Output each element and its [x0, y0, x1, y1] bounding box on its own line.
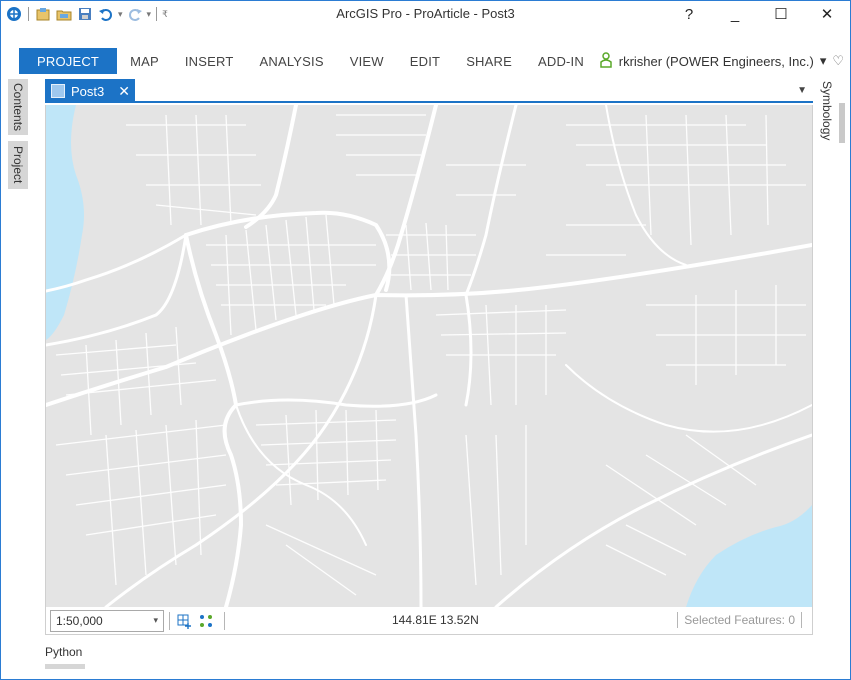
- close-button[interactable]: ✕: [804, 1, 850, 27]
- tab-post3[interactable]: Post3 ✕: [45, 79, 135, 103]
- python-pane-tab[interactable]: Python: [45, 645, 105, 659]
- contents-label: Contents: [11, 82, 25, 132]
- chevron-down-icon[interactable]: ▼: [797, 85, 807, 96]
- left-dock: Contents Project: [2, 75, 32, 635]
- bottom-dock: Python: [45, 645, 105, 675]
- fixed-zoom-icon[interactable]: [175, 612, 193, 630]
- quick-access-toolbar: ▾ ▾ ₹: [1, 1, 168, 27]
- status-separator: [801, 612, 802, 628]
- collapse-ribbon-icon[interactable]: ♡: [832, 53, 844, 69]
- user-account[interactable]: rkrisher (POWER Engineers, Inc.) ▾ ♡: [599, 47, 844, 75]
- chevron-down-icon[interactable]: ▾: [153, 615, 158, 626]
- title-bar: ▾ ▾ ₹ ArcGIS Pro - ProArticle - Post3 ? …: [1, 1, 850, 27]
- arcgis-window: ▾ ▾ ₹ ArcGIS Pro - ProArticle - Post3 ? …: [0, 0, 851, 680]
- save-project-icon[interactable]: [76, 5, 94, 23]
- selected-features: Selected Features: 0: [677, 612, 802, 628]
- dock-scrollbar[interactable]: [839, 103, 845, 143]
- redo-dropdown-icon[interactable]: ▾: [147, 9, 152, 20]
- snapping-icon[interactable]: [197, 612, 215, 630]
- project-pane-tab[interactable]: Project: [8, 141, 28, 189]
- tab-view[interactable]: VIEW: [337, 48, 397, 74]
- tab-map[interactable]: MAP: [117, 48, 172, 74]
- open-project-icon[interactable]: [55, 5, 73, 23]
- map-status-bar: 1:50,000 ▾ 144.81E 13.52N Selected Featu…: [45, 607, 813, 635]
- user-icon: [599, 51, 613, 71]
- user-dropdown-icon[interactable]: ▾: [820, 53, 827, 69]
- customize-icon[interactable]: ₹: [162, 9, 168, 20]
- map-icon: [51, 84, 65, 98]
- coordinate-readout: 144.81E 13.52N: [392, 613, 479, 627]
- close-icon[interactable]: ✕: [118, 83, 130, 100]
- map-tab-strip: Post3 ✕ ▼: [45, 79, 813, 103]
- minimize-button[interactable]: _: [712, 1, 758, 27]
- arcgis-logo-icon[interactable]: [5, 5, 23, 23]
- user-name: rkrisher (POWER Engineers, Inc.): [618, 53, 814, 69]
- tab-analysis[interactable]: ANALYSIS: [247, 48, 337, 74]
- qat-separator: [156, 7, 158, 21]
- tab-share[interactable]: SHARE: [453, 48, 525, 74]
- status-separator: [169, 611, 170, 630]
- ribbon-tabs: PROJECT MAP INSERT ANALYSIS VIEW EDIT SH…: [1, 47, 597, 75]
- window-controls: ? _ ☐ ✕: [666, 1, 850, 27]
- help-button[interactable]: ?: [666, 1, 712, 27]
- map-panel: Post3 ✕ ▼ 1:50,000 ▾ 144.81E 13.52N Sele…: [45, 79, 813, 637]
- tab-insert[interactable]: INSERT: [172, 48, 247, 74]
- symbology-label: Symbology: [820, 81, 834, 141]
- scale-selector[interactable]: 1:50,000 ▾: [50, 609, 164, 632]
- right-dock: Symbology: [811, 75, 849, 635]
- tab-project[interactable]: PROJECT: [19, 48, 118, 74]
- maximize-button[interactable]: ☐: [758, 1, 804, 27]
- undo-icon[interactable]: [97, 5, 115, 23]
- qat-separator: [28, 7, 29, 21]
- status-separator: [677, 612, 679, 628]
- selected-features-label[interactable]: Selected Features: 0: [684, 613, 795, 627]
- symbology-pane-tab[interactable]: Symbology: [817, 79, 837, 143]
- map-canvas[interactable]: [45, 105, 813, 607]
- contents-pane-tab[interactable]: Contents: [8, 79, 28, 135]
- map-tab-label: Post3: [71, 83, 105, 99]
- scale-value: 1:50,000: [56, 613, 103, 628]
- project-label: Project: [11, 146, 25, 184]
- new-project-icon[interactable]: [34, 5, 52, 23]
- tab-edit[interactable]: EDIT: [397, 48, 453, 74]
- redo-icon[interactable]: [126, 5, 144, 23]
- python-tab-indicator: [45, 664, 85, 669]
- tab-add-in[interactable]: ADD-IN: [525, 48, 597, 74]
- undo-dropdown-icon[interactable]: ▾: [118, 9, 123, 20]
- status-separator: [224, 611, 225, 630]
- basemap-graphic: [46, 105, 812, 607]
